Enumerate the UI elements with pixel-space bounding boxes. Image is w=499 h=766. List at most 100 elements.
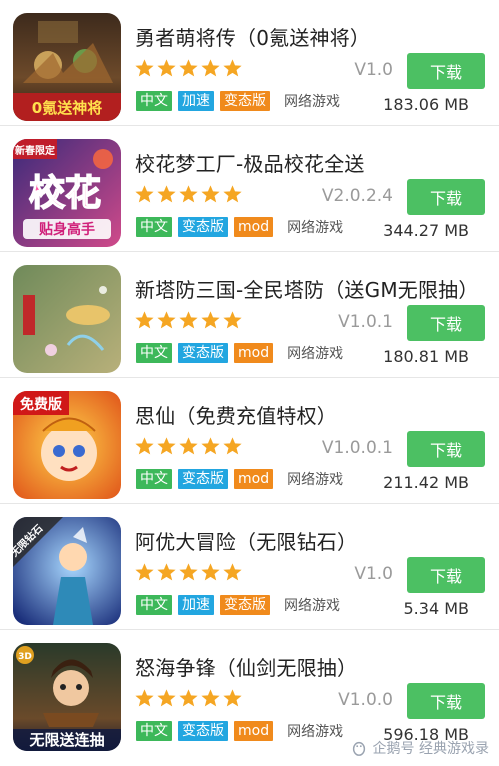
- app-version: V2.0.2.4: [321, 186, 393, 206]
- list-item[interactable]: 新塔防三国-全民塔防（送GM无限抽） V1.0.1 下载 中文 变态版 mod …: [0, 252, 499, 378]
- game-icon-yongzhe[interactable]: 0氪送神将: [13, 13, 121, 121]
- tag-badge: 变态版: [178, 469, 228, 489]
- game-icon-sixian[interactable]: 免费版: [13, 391, 121, 499]
- icon-caption: 无限送连抽: [28, 731, 104, 749]
- star-icon: [157, 563, 176, 581]
- tag-badge: mod: [234, 721, 274, 741]
- icon-caption: 0氪送神将: [32, 99, 102, 117]
- star-icon: [135, 437, 154, 455]
- star-icon: [223, 59, 242, 77]
- download-button[interactable]: 下载: [407, 557, 485, 593]
- star-icon: [201, 59, 220, 77]
- star-icon: [179, 437, 198, 455]
- app-version: V1.0.0.1: [321, 438, 393, 458]
- app-list: 0氪送神将 勇者萌将传（0氪送神将） V1.0 下载 中文 加速 变态版 网络游…: [0, 0, 499, 756]
- tag-row: 中文 变态版 mod 网络游戏: [136, 721, 343, 741]
- star-icon: [157, 59, 176, 77]
- tag-badge: 变态版: [178, 343, 228, 363]
- app-category: 网络游戏: [287, 220, 344, 236]
- app-size: 183.06 MB: [383, 95, 469, 114]
- app-size: 344.27 MB: [383, 221, 469, 240]
- tag-badge: mod: [234, 469, 274, 489]
- app-title[interactable]: 怒海争锋（仙剑无限抽）: [135, 652, 480, 681]
- tag-row: 中文 变态版 mod 网络游戏: [136, 343, 343, 363]
- star-icon: [157, 689, 176, 707]
- icon-badge: 3D: [18, 652, 32, 662]
- tag-badge: 变态版: [178, 721, 228, 741]
- penguin-icon: [352, 741, 365, 756]
- star-icon: [135, 185, 154, 203]
- star-icon: [223, 311, 242, 329]
- download-button[interactable]: 下载: [407, 305, 485, 341]
- app-title[interactable]: 校花梦工厂-极品校花全送: [135, 148, 480, 177]
- tag-badge: 加速: [178, 595, 214, 615]
- tag-badge: 中文: [136, 721, 172, 741]
- star-icon: [201, 185, 220, 203]
- star-icon: [179, 311, 198, 329]
- tag-badge: 加速: [178, 91, 214, 111]
- list-item[interactable]: 免费版 思仙（免费充值特权） V1.0.0.1 下载 中文 变态版 mod 网络…: [0, 378, 499, 504]
- app-category: 网络游戏: [284, 598, 340, 614]
- star-icon: [179, 689, 198, 707]
- star-icon: [135, 563, 154, 581]
- icon-caption: 校花: [29, 173, 101, 214]
- tag-row: 中文 加速 变态版 网络游戏: [136, 595, 340, 615]
- icon-subcaption: 贴身高手: [39, 221, 95, 238]
- star-rating: [134, 310, 243, 332]
- game-icon-tafang[interactable]: [13, 265, 121, 373]
- download-button[interactable]: 下载: [407, 179, 485, 215]
- star-icon: [223, 689, 242, 707]
- game-icon-nuhai[interactable]: 3D 无限送连抽: [13, 643, 121, 751]
- list-item[interactable]: 新春限定 校花 贴身高手 校花梦工厂-极品校花全送 V2.0.2.4 下载 中文…: [0, 126, 499, 252]
- tag-badge: mod: [234, 343, 274, 363]
- star-icon: [157, 311, 176, 329]
- game-icon-ayou[interactable]: 无限钻石: [13, 517, 121, 625]
- download-button[interactable]: 下载: [407, 431, 485, 467]
- tag-badge: 中文: [136, 91, 172, 111]
- download-button[interactable]: 下载: [407, 683, 485, 719]
- star-icon: [201, 311, 220, 329]
- star-icon: [201, 563, 220, 581]
- tag-row: 中文 加速 变态版 网络游戏: [136, 91, 340, 111]
- star-icon: [179, 563, 198, 581]
- star-icon: [157, 185, 176, 203]
- icon-badge: 免费版: [20, 396, 62, 413]
- list-item[interactable]: 无限钻石 阿优大冒险（无限钻石） V1.0 下载 中文 加速 变态版 网络游戏 …: [0, 504, 499, 630]
- star-rating: [134, 184, 243, 206]
- download-button[interactable]: 下载: [407, 53, 485, 89]
- star-icon: [135, 59, 154, 77]
- app-title[interactable]: 思仙（免费充值特权）: [135, 400, 480, 429]
- star-icon: [157, 437, 176, 455]
- app-size: 211.42 MB: [383, 473, 469, 492]
- star-icon: [135, 311, 154, 329]
- list-item[interactable]: 0氪送神将 勇者萌将传（0氪送神将） V1.0 下载 中文 加速 变态版 网络游…: [0, 0, 499, 126]
- star-rating: [134, 436, 243, 458]
- app-version: V1.0.1: [338, 312, 393, 332]
- star-rating: [134, 688, 243, 710]
- tag-badge: 变态版: [220, 91, 270, 111]
- tag-badge: 中文: [136, 595, 172, 615]
- icon-badge: 新春限定: [15, 144, 55, 157]
- app-title[interactable]: 阿优大冒险（无限钻石）: [135, 526, 480, 555]
- star-rating: [134, 58, 243, 80]
- star-icon: [179, 59, 198, 77]
- watermark-text: 企鹅号 经典游戏录: [372, 741, 489, 757]
- tag-row: 中文 变态版 mod 网络游戏: [136, 469, 343, 489]
- app-version: V1.0.0: [338, 690, 393, 710]
- app-version: V1.0: [354, 564, 393, 584]
- app-title[interactable]: 勇者萌将传（0氪送神将）: [135, 22, 480, 51]
- tag-badge: 中文: [136, 217, 172, 237]
- app-size: 5.34 MB: [403, 599, 470, 618]
- tag-badge: 变态版: [220, 595, 270, 615]
- tag-badge: 变态版: [178, 217, 228, 237]
- star-rating: [134, 562, 243, 584]
- app-category: 网络游戏: [284, 94, 340, 110]
- star-icon: [223, 563, 242, 581]
- star-icon: [135, 689, 154, 707]
- game-icon-xiaohua[interactable]: 新春限定 校花 贴身高手: [13, 139, 121, 247]
- app-category: 网络游戏: [287, 472, 344, 488]
- tag-row: 中文 变态版 mod 网络游戏: [136, 217, 343, 237]
- tag-badge: 中文: [136, 469, 172, 489]
- tag-badge: mod: [234, 217, 274, 237]
- app-title[interactable]: 新塔防三国-全民塔防（送GM无限抽）: [135, 274, 480, 303]
